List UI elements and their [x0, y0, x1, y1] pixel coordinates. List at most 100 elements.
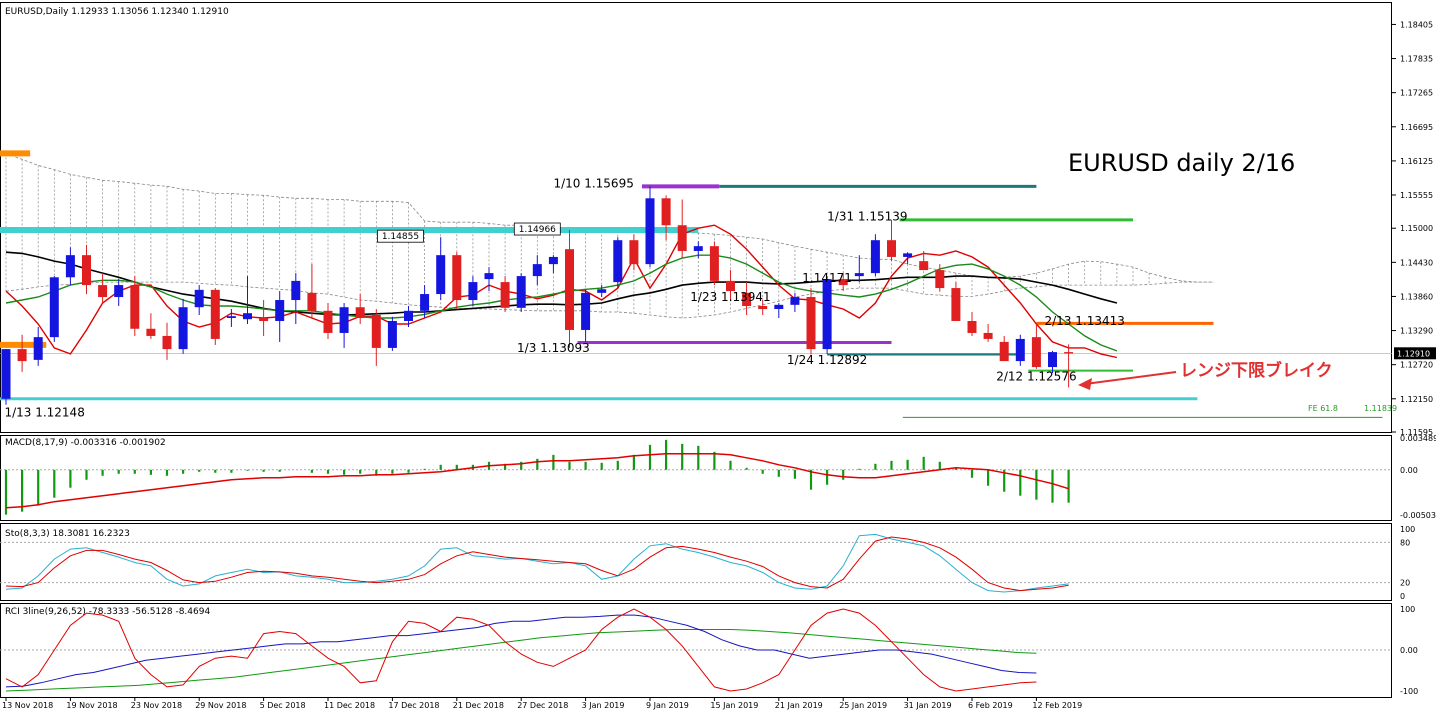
- sto-tick-label: 80: [1400, 538, 1410, 547]
- candle-body[interactable]: [661, 198, 671, 226]
- candle-body[interactable]: [999, 341, 1009, 362]
- sto-tick-label: 0: [1400, 592, 1405, 601]
- candle-body[interactable]: [581, 292, 591, 330]
- annotation-text: レンジ下限ブレイク: [1180, 360, 1333, 381]
- candle-body[interactable]: [291, 280, 301, 301]
- candle-body[interactable]: [114, 285, 124, 298]
- x-tick-label: 27 Dec 2018: [517, 701, 568, 710]
- y-tick-label: 1.13290: [1400, 327, 1433, 336]
- candle-body[interactable]: [548, 256, 558, 265]
- candle-body[interactable]: [259, 317, 269, 321]
- candle-body[interactable]: [532, 264, 542, 277]
- candle-body[interactable]: [82, 255, 91, 286]
- y-tick-label: 1.15000: [1400, 224, 1433, 233]
- candle-body[interactable]: [758, 306, 768, 310]
- fe-value: 1.11839: [1364, 404, 1397, 413]
- x-tick-label: 31 Jan 2019: [904, 701, 952, 710]
- candle-body[interactable]: [516, 276, 526, 308]
- candle-body[interactable]: [484, 273, 494, 280]
- candle-body[interactable]: [790, 297, 800, 305]
- candle-body[interactable]: [226, 316, 236, 318]
- x-tick-label: 19 Nov 2018: [66, 701, 117, 710]
- candle-body[interactable]: [194, 289, 204, 308]
- candle-body[interactable]: [951, 288, 961, 321]
- y-tick-label: 1.16125: [1400, 157, 1433, 166]
- candle-body[interactable]: [243, 313, 252, 320]
- x-tick-label: 21 Dec 2018: [453, 701, 504, 710]
- candle-body[interactable]: [774, 304, 784, 310]
- y-tick-label: 1.16695: [1400, 123, 1433, 132]
- candle-body[interactable]: [49, 277, 59, 338]
- candle-body[interactable]: [371, 314, 381, 348]
- candle-body[interactable]: [130, 285, 140, 329]
- candle-body[interactable]: [1064, 352, 1074, 354]
- price-chart[interactable]: 1/10 1.15695 1/31 1.15139 1.14855 1.14966 1.…: [0, 0, 1436, 716]
- candle-body[interactable]: [693, 246, 703, 251]
- candle-body[interactable]: [339, 307, 349, 333]
- candle-body[interactable]: [1015, 338, 1025, 362]
- label-1-3: 1/3 1.13093: [517, 341, 590, 355]
- candle-body[interactable]: [967, 320, 977, 333]
- candle-body[interactable]: [355, 307, 365, 318]
- candle-body[interactable]: [162, 335, 172, 350]
- candle-body[interactable]: [436, 255, 446, 295]
- label-1-14855: 1.14855: [382, 232, 419, 242]
- candle-body[interactable]: [500, 282, 510, 308]
- candle-body[interactable]: [33, 337, 43, 360]
- current-price-label: 1.12910: [1397, 349, 1430, 358]
- chart-canvas[interactable]: 1/10 1.15695 1/31 1.15139 1.14855 1.14966 1.…: [0, 0, 1436, 716]
- x-tick-label: 9 Jan 2019: [646, 701, 689, 710]
- candle-body[interactable]: [887, 240, 896, 257]
- candle-body[interactable]: [17, 349, 27, 362]
- candle-body[interactable]: [146, 328, 156, 336]
- y-tick-label: 1.18405: [1400, 20, 1433, 29]
- x-tick-label: 3 Jan 2019: [582, 701, 625, 710]
- candle-body[interactable]: [919, 261, 929, 271]
- label-1-10: 1/10 1.15695: [553, 176, 633, 190]
- label-1-23: 1/23 1.13941: [690, 290, 770, 304]
- candle-body[interactable]: [677, 225, 687, 251]
- candle-body[interactable]: [935, 270, 945, 289]
- candle-body[interactable]: [275, 300, 285, 321]
- y-tick-label: 1.12150: [1400, 395, 1433, 404]
- candle-body[interactable]: [65, 255, 75, 278]
- label-1-31: 1/31 1.15139: [827, 209, 907, 223]
- candle-body[interactable]: [854, 273, 864, 277]
- candle-body[interactable]: [420, 294, 430, 311]
- candle-body[interactable]: [210, 289, 220, 339]
- sto-header: Sto(8,3,3) 18.3081 16.2323: [5, 529, 130, 539]
- macd-header: MACD(8,17,9) -0.003316 -0.001902: [5, 438, 166, 448]
- label-1-13: 1/13 1.12148: [4, 406, 84, 420]
- candle-body[interactable]: [822, 279, 832, 350]
- candle-body[interactable]: [983, 332, 993, 339]
- candle-body[interactable]: [387, 320, 397, 348]
- candle-body[interactable]: [323, 310, 333, 333]
- candle-body[interactable]: [597, 289, 607, 293]
- candle-body[interactable]: [645, 198, 655, 265]
- label-2-12: 2/12 1.12576: [996, 370, 1076, 384]
- candle-body[interactable]: [98, 285, 108, 298]
- rci-tick-label: 0.00: [1400, 646, 1418, 655]
- sto-tick-label: 20: [1400, 579, 1410, 588]
- candle-body[interactable]: [307, 292, 317, 311]
- candle-body[interactable]: [404, 310, 413, 321]
- candle-body[interactable]: [870, 240, 880, 274]
- candle-body[interactable]: [1031, 337, 1041, 368]
- x-tick-label: 11 Dec 2018: [324, 701, 375, 710]
- candle-body[interactable]: [629, 240, 639, 265]
- candle-body[interactable]: [1048, 352, 1057, 368]
- candle-body[interactable]: [178, 307, 188, 350]
- sto-tick-label: 100: [1400, 525, 1415, 534]
- candle-body[interactable]: [709, 246, 719, 281]
- candle-body[interactable]: [806, 297, 816, 350]
- candle-body[interactable]: [565, 249, 574, 330]
- rci-tick-label: -100: [1400, 687, 1418, 696]
- candle-body[interactable]: [903, 253, 913, 257]
- candle-body[interactable]: [468, 282, 478, 301]
- y-tick-label: 1.12720: [1400, 361, 1433, 370]
- candle-body[interactable]: [452, 255, 462, 301]
- rci-header: RCI 3line(9,26,52) -78.3333 -56.5128 -8.…: [5, 607, 210, 617]
- label-1-24: 1/24 1.12892: [787, 353, 867, 367]
- candle-body[interactable]: [1, 349, 11, 399]
- candle-body[interactable]: [613, 240, 623, 283]
